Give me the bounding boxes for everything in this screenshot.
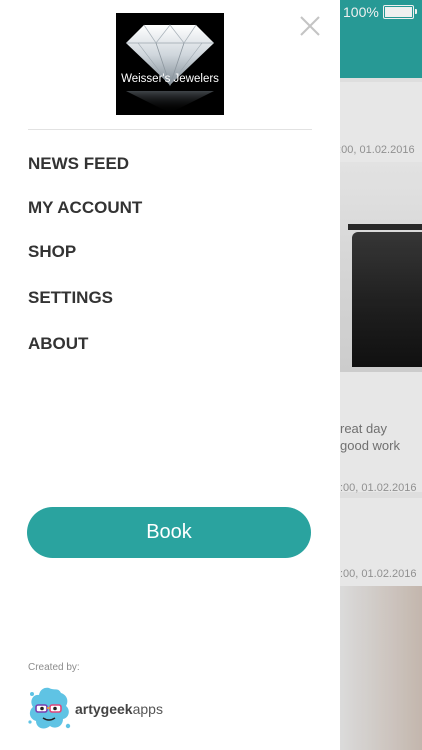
close-icon[interactable] <box>298 14 322 38</box>
navigation-drawer: Weisser's Jewelers NEWS FEED MY ACCOUNT … <box>0 0 340 750</box>
logo-text: Weisser's Jewelers <box>121 73 219 85</box>
created-by-label: Created by: <box>28 662 80 673</box>
menu-item-settings[interactable]: SETTINGS <box>28 285 278 311</box>
artygeek-brand[interactable]: artygeekapps <box>75 701 163 717</box>
menu-item-shop[interactable]: SHOP <box>28 239 278 265</box>
menu-item-my-account[interactable]: MY ACCOUNT <box>28 195 278 221</box>
artygeek-logo-icon[interactable] <box>27 685 72 733</box>
menu-item-news-feed[interactable]: NEWS FEED <box>28 151 278 177</box>
store-logo: Weisser's Jewelers <box>116 13 224 115</box>
menu-item-about[interactable]: ABOUT <box>28 331 278 357</box>
book-button[interactable]: Book <box>27 507 311 558</box>
divider <box>28 129 312 130</box>
brand-bold-text: artygeek <box>75 701 133 717</box>
brand-light-text: apps <box>132 701 163 717</box>
diamond-icon <box>126 24 214 113</box>
